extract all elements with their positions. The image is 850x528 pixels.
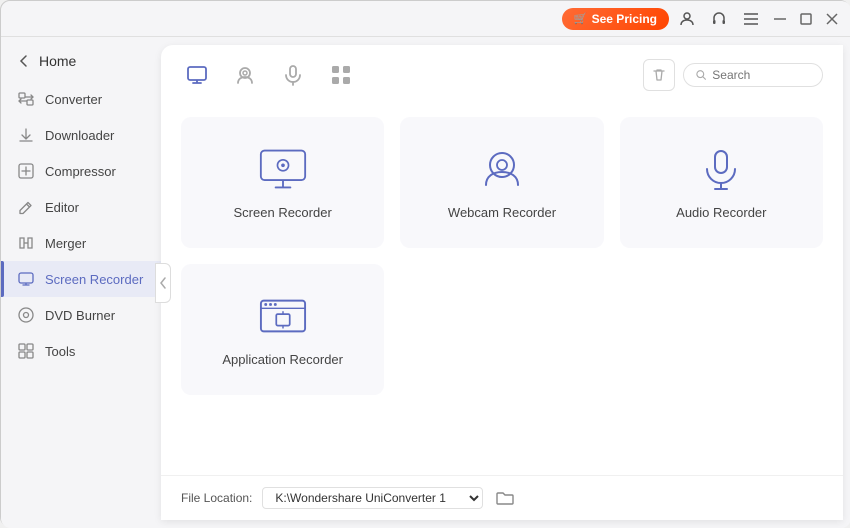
toolbar-right bbox=[643, 59, 823, 91]
apps-tab-icon bbox=[329, 63, 353, 87]
see-pricing-button[interactable]: 🛒 See Pricing bbox=[562, 8, 669, 30]
sidebar-item-downloader[interactable]: Downloader bbox=[1, 117, 161, 153]
user-icon bbox=[679, 11, 695, 27]
sidebar-item-label: Editor bbox=[45, 200, 79, 215]
trash-button[interactable] bbox=[643, 59, 675, 91]
footer-path: K:\Wondershare UniConverter 1 bbox=[262, 487, 483, 509]
webcam-recorder-card-label: Webcam Recorder bbox=[448, 205, 556, 220]
sidebar-item-compressor[interactable]: Compressor bbox=[1, 153, 161, 189]
sidebar-item-merger[interactable]: Merger bbox=[1, 225, 161, 261]
toolbar-tabs bbox=[181, 59, 357, 91]
chevron-left-icon bbox=[159, 276, 167, 290]
sidebar-item-label: Tools bbox=[45, 344, 75, 359]
search-icon bbox=[696, 69, 706, 81]
headset-icon bbox=[711, 11, 727, 27]
webcam-recorder-card-icon bbox=[478, 145, 526, 193]
search-input[interactable] bbox=[712, 68, 810, 82]
application-recorder-card[interactable]: Application Recorder bbox=[181, 264, 384, 395]
editor-icon bbox=[17, 198, 35, 216]
file-location-select[interactable]: K:\Wondershare UniConverter 1 bbox=[262, 487, 483, 509]
webcam-tab-icon bbox=[233, 63, 257, 87]
audio-recorder-card-label: Audio Recorder bbox=[676, 205, 766, 220]
audio-tab-icon bbox=[281, 63, 305, 87]
sidebar-item-screen-recorder[interactable]: Screen Recorder bbox=[1, 261, 161, 297]
content-toolbar bbox=[161, 45, 843, 101]
merger-icon bbox=[17, 234, 35, 252]
tools-icon bbox=[17, 342, 35, 360]
sidebar-item-label: Merger bbox=[45, 236, 86, 251]
close-icon bbox=[826, 13, 838, 25]
maximize-icon bbox=[800, 13, 812, 25]
sidebar-item-converter[interactable]: Converter bbox=[1, 81, 161, 117]
sidebar-collapse-button[interactable] bbox=[155, 263, 171, 303]
screen-recorder-card-label: Screen Recorder bbox=[234, 205, 332, 220]
compressor-icon bbox=[17, 162, 35, 180]
minimize-button[interactable] bbox=[769, 8, 791, 30]
title-bar: 🛒 See Pricing bbox=[1, 1, 850, 37]
close-button[interactable] bbox=[821, 8, 843, 30]
sidebar-item-tools[interactable]: Tools bbox=[1, 333, 161, 369]
folder-icon bbox=[496, 490, 514, 506]
trash-icon bbox=[651, 67, 667, 83]
search-box[interactable] bbox=[683, 63, 823, 87]
back-icon bbox=[17, 54, 31, 68]
content-area: Screen Recorder Webcam Recorder bbox=[161, 45, 843, 520]
see-pricing-label: See Pricing bbox=[592, 12, 657, 26]
minimize-icon bbox=[774, 18, 786, 20]
tab-screen[interactable] bbox=[181, 59, 213, 91]
tab-audio[interactable] bbox=[277, 59, 309, 91]
sidebar-item-label: Converter bbox=[45, 92, 102, 107]
sidebar: Home Converter bbox=[1, 37, 161, 528]
cart-icon: 🛒 bbox=[574, 12, 588, 25]
headset-button[interactable] bbox=[705, 5, 733, 33]
sidebar-item-label: Downloader bbox=[45, 128, 114, 143]
tab-webcam[interactable] bbox=[229, 59, 261, 91]
screen-tab-icon bbox=[185, 63, 209, 87]
menu-button[interactable] bbox=[737, 5, 765, 33]
audio-recorder-card-icon bbox=[697, 145, 745, 193]
user-button[interactable] bbox=[673, 5, 701, 33]
tab-apps[interactable] bbox=[325, 59, 357, 91]
sidebar-home-label: Home bbox=[39, 53, 76, 69]
menu-icon bbox=[743, 12, 759, 26]
converter-icon bbox=[17, 90, 35, 108]
screen-recorder-icon bbox=[17, 270, 35, 288]
webcam-recorder-card[interactable]: Webcam Recorder bbox=[400, 117, 603, 248]
sidebar-item-home[interactable]: Home bbox=[1, 45, 161, 77]
maximize-button[interactable] bbox=[795, 8, 817, 30]
file-location-label: File Location: bbox=[181, 491, 252, 505]
application-recorder-card-icon bbox=[259, 292, 307, 340]
sidebar-item-label: DVD Burner bbox=[45, 308, 115, 323]
folder-open-button[interactable] bbox=[493, 486, 517, 510]
screen-recorder-card[interactable]: Screen Recorder bbox=[181, 117, 384, 248]
sidebar-item-label: Screen Recorder bbox=[45, 272, 143, 287]
content-footer: File Location: K:\Wondershare UniConvert… bbox=[161, 475, 843, 520]
sidebar-item-editor[interactable]: Editor bbox=[1, 189, 161, 225]
audio-recorder-card[interactable]: Audio Recorder bbox=[620, 117, 823, 248]
recorder-grid: Screen Recorder Webcam Recorder bbox=[161, 101, 843, 475]
dvd-burner-icon bbox=[17, 306, 35, 324]
application-recorder-card-label: Application Recorder bbox=[222, 352, 343, 367]
downloader-icon bbox=[17, 126, 35, 144]
screen-recorder-card-icon bbox=[259, 145, 307, 193]
sidebar-item-label: Compressor bbox=[45, 164, 116, 179]
sidebar-item-dvd-burner[interactable]: DVD Burner bbox=[1, 297, 161, 333]
